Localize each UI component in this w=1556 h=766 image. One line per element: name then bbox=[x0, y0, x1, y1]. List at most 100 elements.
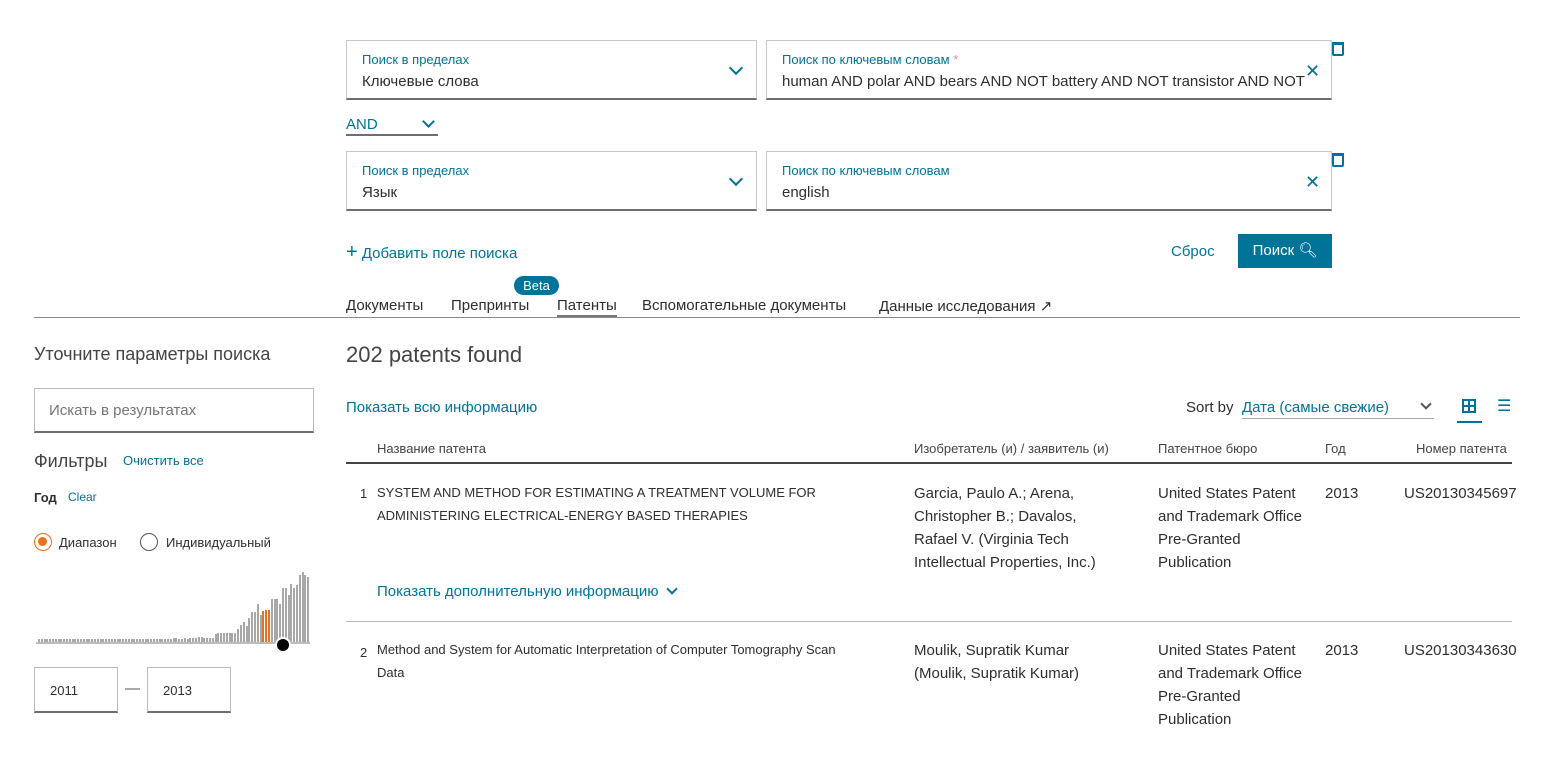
sort-value: Дата (самые свежие) bbox=[1242, 399, 1390, 416]
clear-icon[interactable]: ✕ bbox=[1305, 172, 1320, 193]
histogram-bar bbox=[256, 604, 259, 642]
tabs-divider bbox=[34, 317, 1520, 318]
year-from-value: 2011 bbox=[50, 683, 78, 698]
histogram-bar bbox=[220, 632, 223, 642]
list-view-icon[interactable]: ☰ bbox=[1497, 396, 1511, 416]
keyword-value: english bbox=[782, 184, 830, 201]
year: 2013 bbox=[1325, 642, 1359, 659]
tab-patents[interactable]: Патенты bbox=[557, 297, 617, 318]
search-button[interactable]: Поиск 🔍︎ bbox=[1238, 234, 1332, 268]
beta-badge: Beta bbox=[514, 276, 559, 295]
patent-title[interactable]: Method and System for Automatic Interpre… bbox=[377, 638, 857, 684]
histogram-bar bbox=[251, 612, 254, 642]
year-clear-link[interactable]: Clear bbox=[68, 490, 97, 504]
required-mark: * bbox=[953, 52, 959, 67]
row-number: 2 bbox=[360, 645, 368, 660]
keyword-label-text: Поиск по ключевым словам bbox=[782, 52, 950, 67]
histogram-bar bbox=[223, 632, 226, 642]
scope-select-2[interactable]: Поиск в пределах Язык bbox=[346, 151, 757, 211]
year-from-input[interactable]: 2011 bbox=[34, 667, 118, 713]
row-divider bbox=[346, 621, 1512, 622]
histogram-bar bbox=[276, 598, 279, 642]
reset-button[interactable]: Сброс bbox=[1171, 243, 1215, 260]
histogram-bar bbox=[270, 598, 273, 642]
histogram-bar bbox=[267, 609, 270, 642]
histogram-bar bbox=[253, 612, 256, 642]
keyword-input-2[interactable]: Поиск по ключевым словам english ✕ bbox=[766, 151, 1332, 211]
histogram-bar bbox=[287, 594, 290, 642]
clear-all-link[interactable]: Очистить все bbox=[123, 453, 204, 468]
histogram-bar bbox=[279, 604, 282, 642]
add-field-label: Добавить поле поиска bbox=[361, 245, 518, 262]
refine-title: Уточните параметры поиска bbox=[34, 344, 271, 364]
patent-title[interactable]: SYSTEM AND METHOD FOR ESTIMATING A TREAT… bbox=[377, 481, 857, 527]
scope-value: Язык bbox=[362, 184, 398, 201]
column-inventor: Изобретатель (и) / заявитель (и) bbox=[914, 441, 1109, 456]
patent-number: US20130345697 bbox=[1404, 485, 1517, 502]
range-slider-handle[interactable] bbox=[277, 639, 289, 651]
histogram-bar bbox=[231, 632, 234, 642]
column-number: Номер патента bbox=[1416, 441, 1507, 456]
clear-icon[interactable]: ✕ bbox=[1305, 61, 1320, 82]
year: 2013 bbox=[1325, 485, 1359, 502]
show-more-label: Показать дополнительную информацию bbox=[377, 583, 659, 600]
results-count: 202 patents found bbox=[346, 342, 523, 367]
trash-icon[interactable] bbox=[1332, 42, 1344, 56]
keyword-input-1[interactable]: Поиск по ключевым словам * human AND pol… bbox=[766, 40, 1332, 100]
histogram-bar bbox=[273, 598, 276, 642]
individual-radio[interactable] bbox=[140, 533, 158, 551]
filters-heading: Фильтры bbox=[34, 451, 108, 471]
histogram-bar bbox=[225, 632, 228, 642]
add-field-button[interactable]: + Добавить поле поиска bbox=[346, 241, 517, 264]
tab-research-data[interactable]: Данные исследования ↗ bbox=[879, 297, 1052, 315]
grid-view-underline bbox=[1457, 421, 1482, 423]
year-to-input[interactable]: 2013 bbox=[147, 667, 231, 713]
histogram-bar bbox=[239, 624, 242, 642]
patent-number: US20130343630 bbox=[1404, 642, 1517, 659]
year-heading: Год bbox=[34, 490, 57, 505]
histogram-bar bbox=[281, 588, 284, 642]
tab-preprints[interactable]: Препринты bbox=[451, 297, 529, 314]
tab-supporting-documents[interactable]: Вспомогательные документы bbox=[642, 297, 846, 314]
search-results-input[interactable] bbox=[34, 388, 314, 433]
chevron-down-icon bbox=[422, 115, 435, 128]
inventor: Garcia, Paulo A.; Arena, Christopher B.;… bbox=[914, 485, 1096, 571]
chevron-down-icon bbox=[666, 583, 679, 595]
tab-documents[interactable]: Документы bbox=[346, 297, 423, 314]
histogram-bar bbox=[293, 588, 296, 642]
operator-value: AND bbox=[346, 116, 378, 133]
individual-label: Индивидуальный bbox=[166, 535, 271, 550]
year-histogram bbox=[38, 570, 310, 642]
keyword-label: Поиск по ключевым словам bbox=[782, 163, 950, 178]
histogram-bar bbox=[295, 585, 298, 642]
sort-select[interactable]: Дата (самые свежие) bbox=[1242, 398, 1434, 419]
operator-select[interactable]: AND bbox=[346, 115, 438, 136]
search-label: Поиск bbox=[1252, 242, 1295, 259]
grid-view-icon[interactable] bbox=[1462, 399, 1476, 413]
scope-value: Ключевые слова bbox=[362, 73, 479, 90]
year-to-value: 2013 bbox=[163, 683, 192, 698]
histogram-bar bbox=[217, 632, 220, 642]
column-year: Год bbox=[1325, 441, 1346, 456]
histogram-bar bbox=[228, 632, 231, 642]
chevron-down-icon bbox=[728, 60, 744, 76]
histogram-bar bbox=[265, 609, 268, 642]
histogram-bar bbox=[214, 633, 217, 642]
chevron-down-icon bbox=[728, 171, 744, 187]
histogram-bar bbox=[307, 577, 310, 642]
search-icon: 🔍︎ bbox=[1298, 242, 1318, 259]
histogram-bar bbox=[301, 572, 304, 642]
scope-select-1[interactable]: Поиск в пределах Ключевые слова bbox=[346, 40, 757, 100]
histogram-bar bbox=[259, 615, 262, 642]
range-radio[interactable] bbox=[34, 533, 52, 551]
show-more-info-link[interactable]: Показать дополнительную информацию bbox=[377, 583, 679, 600]
patent-office: United States Patent and Trademark Offic… bbox=[1158, 642, 1302, 728]
row-number: 1 bbox=[360, 486, 368, 501]
patent-office: United States Patent and Trademark Offic… bbox=[1158, 485, 1302, 571]
sort-by-label: Sort by bbox=[1186, 399, 1234, 416]
trash-icon[interactable] bbox=[1332, 153, 1344, 167]
show-all-info-link[interactable]: Показать всю информацию bbox=[346, 399, 537, 416]
histogram-bar bbox=[237, 628, 240, 642]
range-dash: — bbox=[125, 680, 140, 697]
histogram-bar bbox=[290, 584, 293, 642]
